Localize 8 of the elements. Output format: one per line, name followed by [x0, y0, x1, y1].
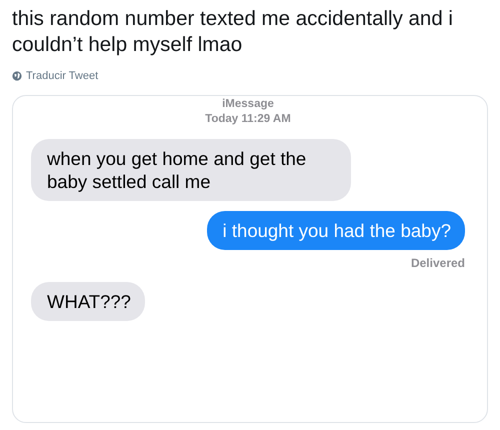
- received-message-bubble: when you get home and get the baby settled call me: [31, 139, 351, 201]
- tweet-text: this random number texted me accidentally and i couldn’t help myself lmao: [12, 6, 454, 58]
- delivery-status: Delivered: [410, 256, 465, 270]
- service-label: iMessage: [221, 97, 275, 112]
- timestamp: Today 11:29 AM: [204, 112, 292, 127]
- received-message-bubble: WHAT???: [31, 282, 145, 321]
- translate-link[interactable]: Traducir Tweet: [12, 70, 98, 82]
- sent-message-bubble: i thought you had the baby?: [206, 211, 465, 250]
